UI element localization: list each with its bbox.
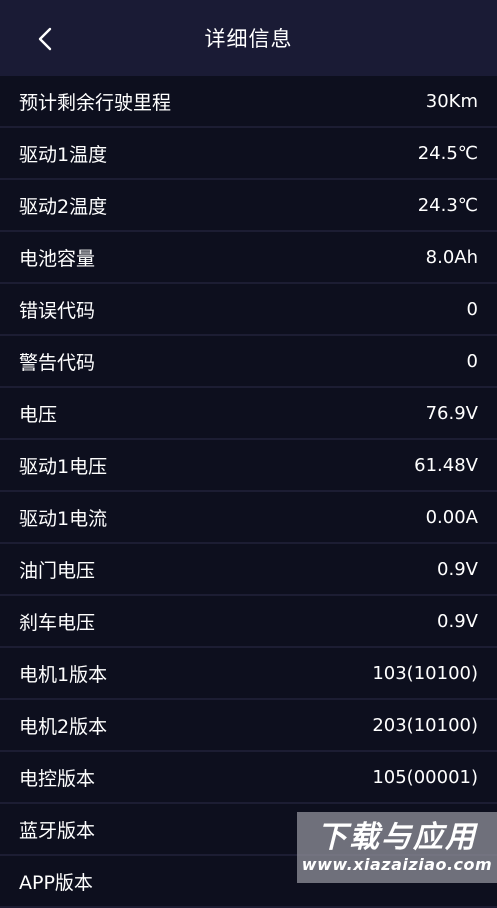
item-label: APP版本 (19, 871, 93, 894)
item-label: 错误代码 (19, 299, 96, 322)
list-item: 电机1版本 103(10100) (0, 648, 497, 700)
list-item: 警告代码 0 (0, 336, 497, 388)
item-label: 电压 (19, 403, 58, 426)
item-label: 驱动1电流 (19, 507, 108, 530)
item-label: 警告代码 (19, 351, 96, 374)
list-item: 刹车电压 0.9V (0, 596, 497, 648)
item-value: 203(10100) (372, 714, 478, 736)
list-item: 驱动1温度 24.5℃ (0, 128, 497, 180)
item-label: 驱动1温度 (19, 143, 108, 166)
list-item: 预计剩余行驶里程 30Km (0, 76, 497, 128)
item-label: 刹车电压 (19, 611, 96, 634)
page-title: 详细信息 (204, 27, 293, 51)
detail-list: 预计剩余行驶里程 30Km 驱动1温度 24.5℃ 驱动2温度 24.3℃ 电池… (0, 76, 497, 908)
list-item: 驱动2温度 24.3℃ (0, 180, 497, 232)
top-bar: 详细信息 (0, 0, 497, 76)
item-label: 驱动2温度 (19, 195, 108, 218)
list-item: 驱动1电流 0.00A (0, 492, 497, 544)
item-value: 24.5℃ (417, 142, 478, 164)
list-item: 电池容量 8.0Ah (0, 232, 497, 284)
item-label: 预计剩余行驶里程 (19, 91, 172, 114)
list-item: 电控版本 105(00001) (0, 752, 497, 804)
item-value: 8.0Ah (425, 246, 478, 268)
item-label: 电机1版本 (19, 663, 108, 686)
item-label: 油门电压 (19, 559, 96, 582)
item-value: 0.9V (437, 610, 478, 632)
list-item: 错误代码 0 (0, 284, 497, 336)
back-button[interactable] (30, 22, 60, 56)
item-value: 0.9V (437, 558, 478, 580)
list-item: 油门电压 0.9V (0, 544, 497, 596)
item-value: 76.9V (425, 402, 478, 424)
item-value: 0 (466, 350, 478, 372)
item-label: 驱动1电压 (19, 455, 108, 478)
item-label: 蓝牙版本 (19, 819, 96, 842)
list-item: 蓝牙版本 (0, 804, 497, 856)
list-item: APP版本 (0, 856, 497, 908)
list-item: 电机2版本 203(10100) (0, 700, 497, 752)
item-value: 24.3℃ (417, 194, 478, 216)
item-value: 0 (466, 298, 478, 320)
item-value: 103(10100) (372, 662, 478, 684)
item-value: 0.00A (425, 506, 478, 528)
item-label: 电机2版本 (19, 715, 108, 738)
item-value: 30Km (425, 90, 478, 112)
item-label: 电控版本 (19, 767, 96, 790)
chevron-left-icon (38, 27, 52, 51)
item-value: 105(00001) (372, 766, 478, 788)
item-value: 61.48V (414, 454, 478, 476)
list-item: 驱动1电压 61.48V (0, 440, 497, 492)
item-label: 电池容量 (19, 247, 96, 270)
list-item: 电压 76.9V (0, 388, 497, 440)
